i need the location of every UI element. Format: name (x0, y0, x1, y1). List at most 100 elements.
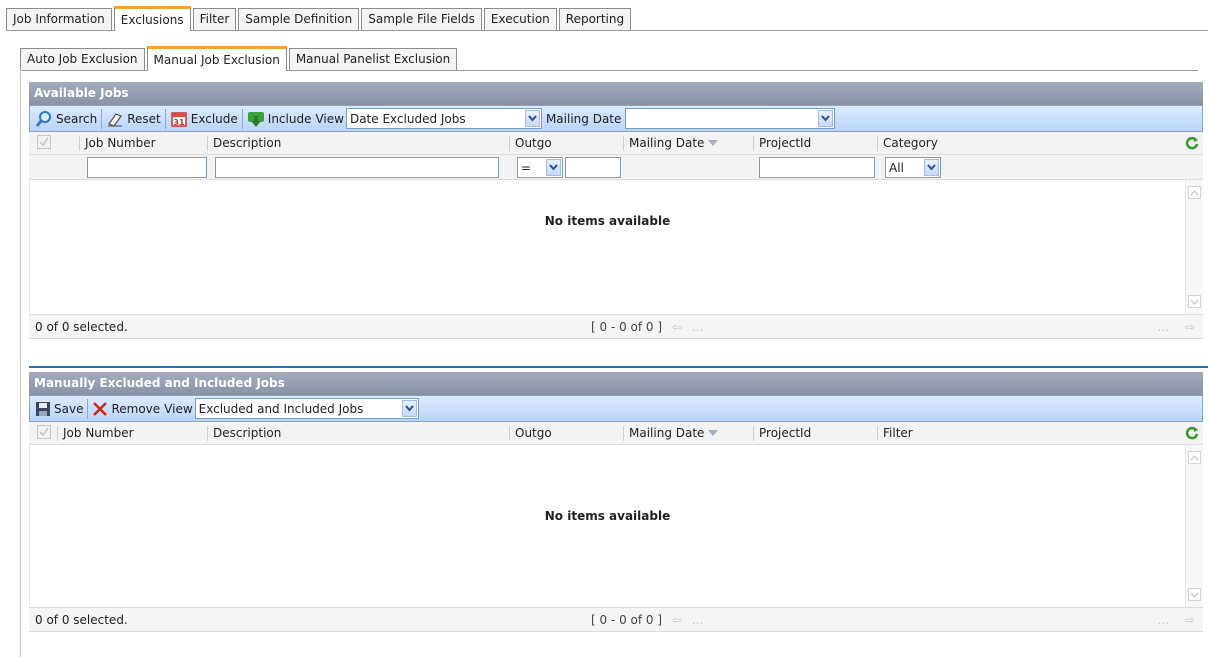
section-divider (29, 366, 1208, 368)
available-jobs-footer: 0 of 0 selected. [ 0 - 0 of 0 ] ⇦ ... ..… (29, 314, 1203, 339)
chevron-down-icon (546, 159, 561, 176)
tab-filter[interactable]: Filter (192, 8, 237, 30)
empty-message: No items available (544, 214, 671, 228)
search-icon (35, 110, 51, 127)
content-area: Available Jobs Search Reset 31 Exclude I… (20, 70, 1208, 657)
include-label: Include (267, 111, 312, 126)
exclude-button[interactable]: 31 Exclude (167, 107, 241, 130)
manual-jobs-grid-header: Job Number Description Outgo Mailing Dat… (29, 422, 1203, 445)
pager-right: ... ⇨ (1158, 315, 1195, 340)
column-outgo[interactable]: Outgo (509, 132, 623, 155)
subtab-manual-panelist-exclusion[interactable]: Manual Panelist Exclusion (288, 48, 458, 70)
column-mailing-date[interactable]: Mailing Date (623, 132, 753, 155)
column-description[interactable]: Description (207, 422, 509, 445)
manual-jobs-header: Manually Excluded and Included Jobs (29, 372, 1203, 395)
column-job-number[interactable]: Job Number (79, 132, 207, 155)
subtab-auto-job-exclusion[interactable]: Auto Job Exclusion (20, 48, 145, 70)
eraser-icon (108, 112, 123, 127)
next-page-icon[interactable]: ⇨ (1185, 320, 1195, 334)
available-jobs-grid-header: Job Number Description Outgo Mailing Dat… (29, 132, 1203, 155)
reset-button[interactable]: Reset (103, 107, 164, 130)
selection-count: 0 of 0 selected. (35, 319, 128, 334)
pager-ellipsis-right: ... (1157, 320, 1170, 334)
svg-text:31: 31 (173, 118, 185, 127)
vertical-scrollbar[interactable] (1185, 445, 1203, 607)
search-button[interactable]: Search (32, 107, 100, 130)
vertical-scrollbar[interactable] (1185, 180, 1203, 314)
manual-jobs-toolbar: Save Remove View Excluded and Included J… (29, 395, 1203, 422)
manual-jobs-panel: Manually Excluded and Included Jobs Save… (29, 372, 1203, 632)
column-description[interactable]: Description (207, 132, 509, 155)
column-mailing-date[interactable]: Mailing Date (623, 422, 753, 445)
manual-view-select-value: Excluded and Included Jobs (198, 401, 364, 416)
previous-page-icon[interactable]: ⇦ (672, 613, 682, 627)
next-page-icon[interactable]: ⇨ (1185, 613, 1195, 627)
projectid-filter-input[interactable] (759, 157, 875, 178)
refresh-icon[interactable] (1185, 426, 1199, 443)
job-number-filter-input[interactable] (87, 157, 207, 178)
refresh-icon[interactable] (1185, 136, 1199, 153)
manual-view-select[interactable]: Excluded and Included Jobs (194, 398, 419, 419)
column-category[interactable]: Category (877, 132, 1077, 155)
chevron-down-icon (524, 110, 540, 127)
chevron-down-icon (924, 159, 939, 176)
reset-label: Reset (127, 111, 161, 126)
manual-jobs-footer: 0 of 0 selected. [ 0 - 0 of 0 ] ⇦ ... ..… (29, 607, 1203, 632)
select-all-checkbox[interactable] (37, 424, 51, 439)
remove-button[interactable]: Remove (89, 397, 163, 420)
scroll-up-icon[interactable] (1188, 186, 1201, 199)
available-jobs-filter-row: = All (29, 155, 1203, 180)
column-outgo[interactable]: Outgo (509, 422, 623, 445)
close-icon (93, 401, 108, 416)
outgo-filter-input[interactable] (565, 157, 621, 178)
pager-ellipsis-right: ... (1157, 613, 1170, 627)
description-filter-input[interactable] (215, 157, 499, 178)
mailing-date-label: Mailing Date (545, 111, 622, 126)
tab-reporting[interactable]: Reporting (558, 8, 632, 30)
view-select[interactable]: Date Excluded Jobs (345, 108, 542, 129)
pager-ellipsis: ... (691, 320, 704, 334)
view-label: View (164, 401, 193, 416)
remove-label: Remove (111, 401, 161, 416)
scroll-up-icon[interactable] (1188, 451, 1201, 464)
outgo-operator-select[interactable]: = (517, 157, 563, 178)
available-jobs-header: Available Jobs (29, 82, 1203, 105)
include-button[interactable]: Include (244, 107, 315, 130)
previous-page-icon[interactable]: ⇦ (672, 320, 682, 334)
selection-count: 0 of 0 selected. (35, 612, 128, 627)
pager-range: [ 0 - 0 of 0 ] (591, 613, 663, 627)
sort-desc-icon (708, 430, 719, 436)
exclude-calendar-icon: 31 (171, 111, 187, 127)
category-filter-select[interactable]: All (885, 157, 941, 178)
column-projectid[interactable]: ProjectId (753, 132, 877, 155)
empty-message: No items available (544, 509, 671, 523)
scroll-down-icon[interactable] (1188, 588, 1201, 601)
tab-sample-definition[interactable]: Sample Definition (238, 8, 360, 30)
subtab-manual-job-exclusion[interactable]: Manual Job Exclusion (146, 46, 287, 71)
pager: [ 0 - 0 of 0 ] ⇦ ... (591, 315, 703, 340)
select-all-checkbox[interactable] (37, 134, 51, 149)
tab-job-information[interactable]: Job Information (6, 8, 112, 30)
exclude-label: Exclude (190, 111, 238, 126)
sort-desc-icon (708, 140, 719, 146)
view-label: View (315, 111, 344, 126)
save-button[interactable]: Save (32, 397, 86, 420)
view-select-value: Date Excluded Jobs (349, 111, 466, 126)
tab-execution[interactable]: Execution (483, 8, 557, 30)
top-tab-bar: Job Information Exclusions Filter Sample… (6, 6, 1208, 31)
tab-exclusions[interactable]: Exclusions (113, 6, 191, 31)
column-filter[interactable]: Filter (877, 422, 1077, 445)
available-jobs-grid-body: No items available (29, 180, 1203, 314)
column-job-number[interactable]: Job Number (57, 422, 207, 445)
chevron-down-icon (401, 400, 417, 417)
available-jobs-panel: Available Jobs Search Reset 31 Exclude I… (29, 82, 1203, 339)
scroll-down-icon[interactable] (1188, 295, 1201, 308)
toolbar-separator (164, 108, 166, 129)
toolbar-separator (87, 398, 89, 419)
tab-sample-file-fields[interactable]: Sample File Fields (361, 8, 482, 30)
column-projectid[interactable]: ProjectId (753, 422, 877, 445)
save-label: Save (54, 401, 84, 416)
mailing-date-select[interactable] (625, 108, 836, 129)
toolbar-separator (101, 108, 103, 129)
save-icon (36, 401, 50, 416)
